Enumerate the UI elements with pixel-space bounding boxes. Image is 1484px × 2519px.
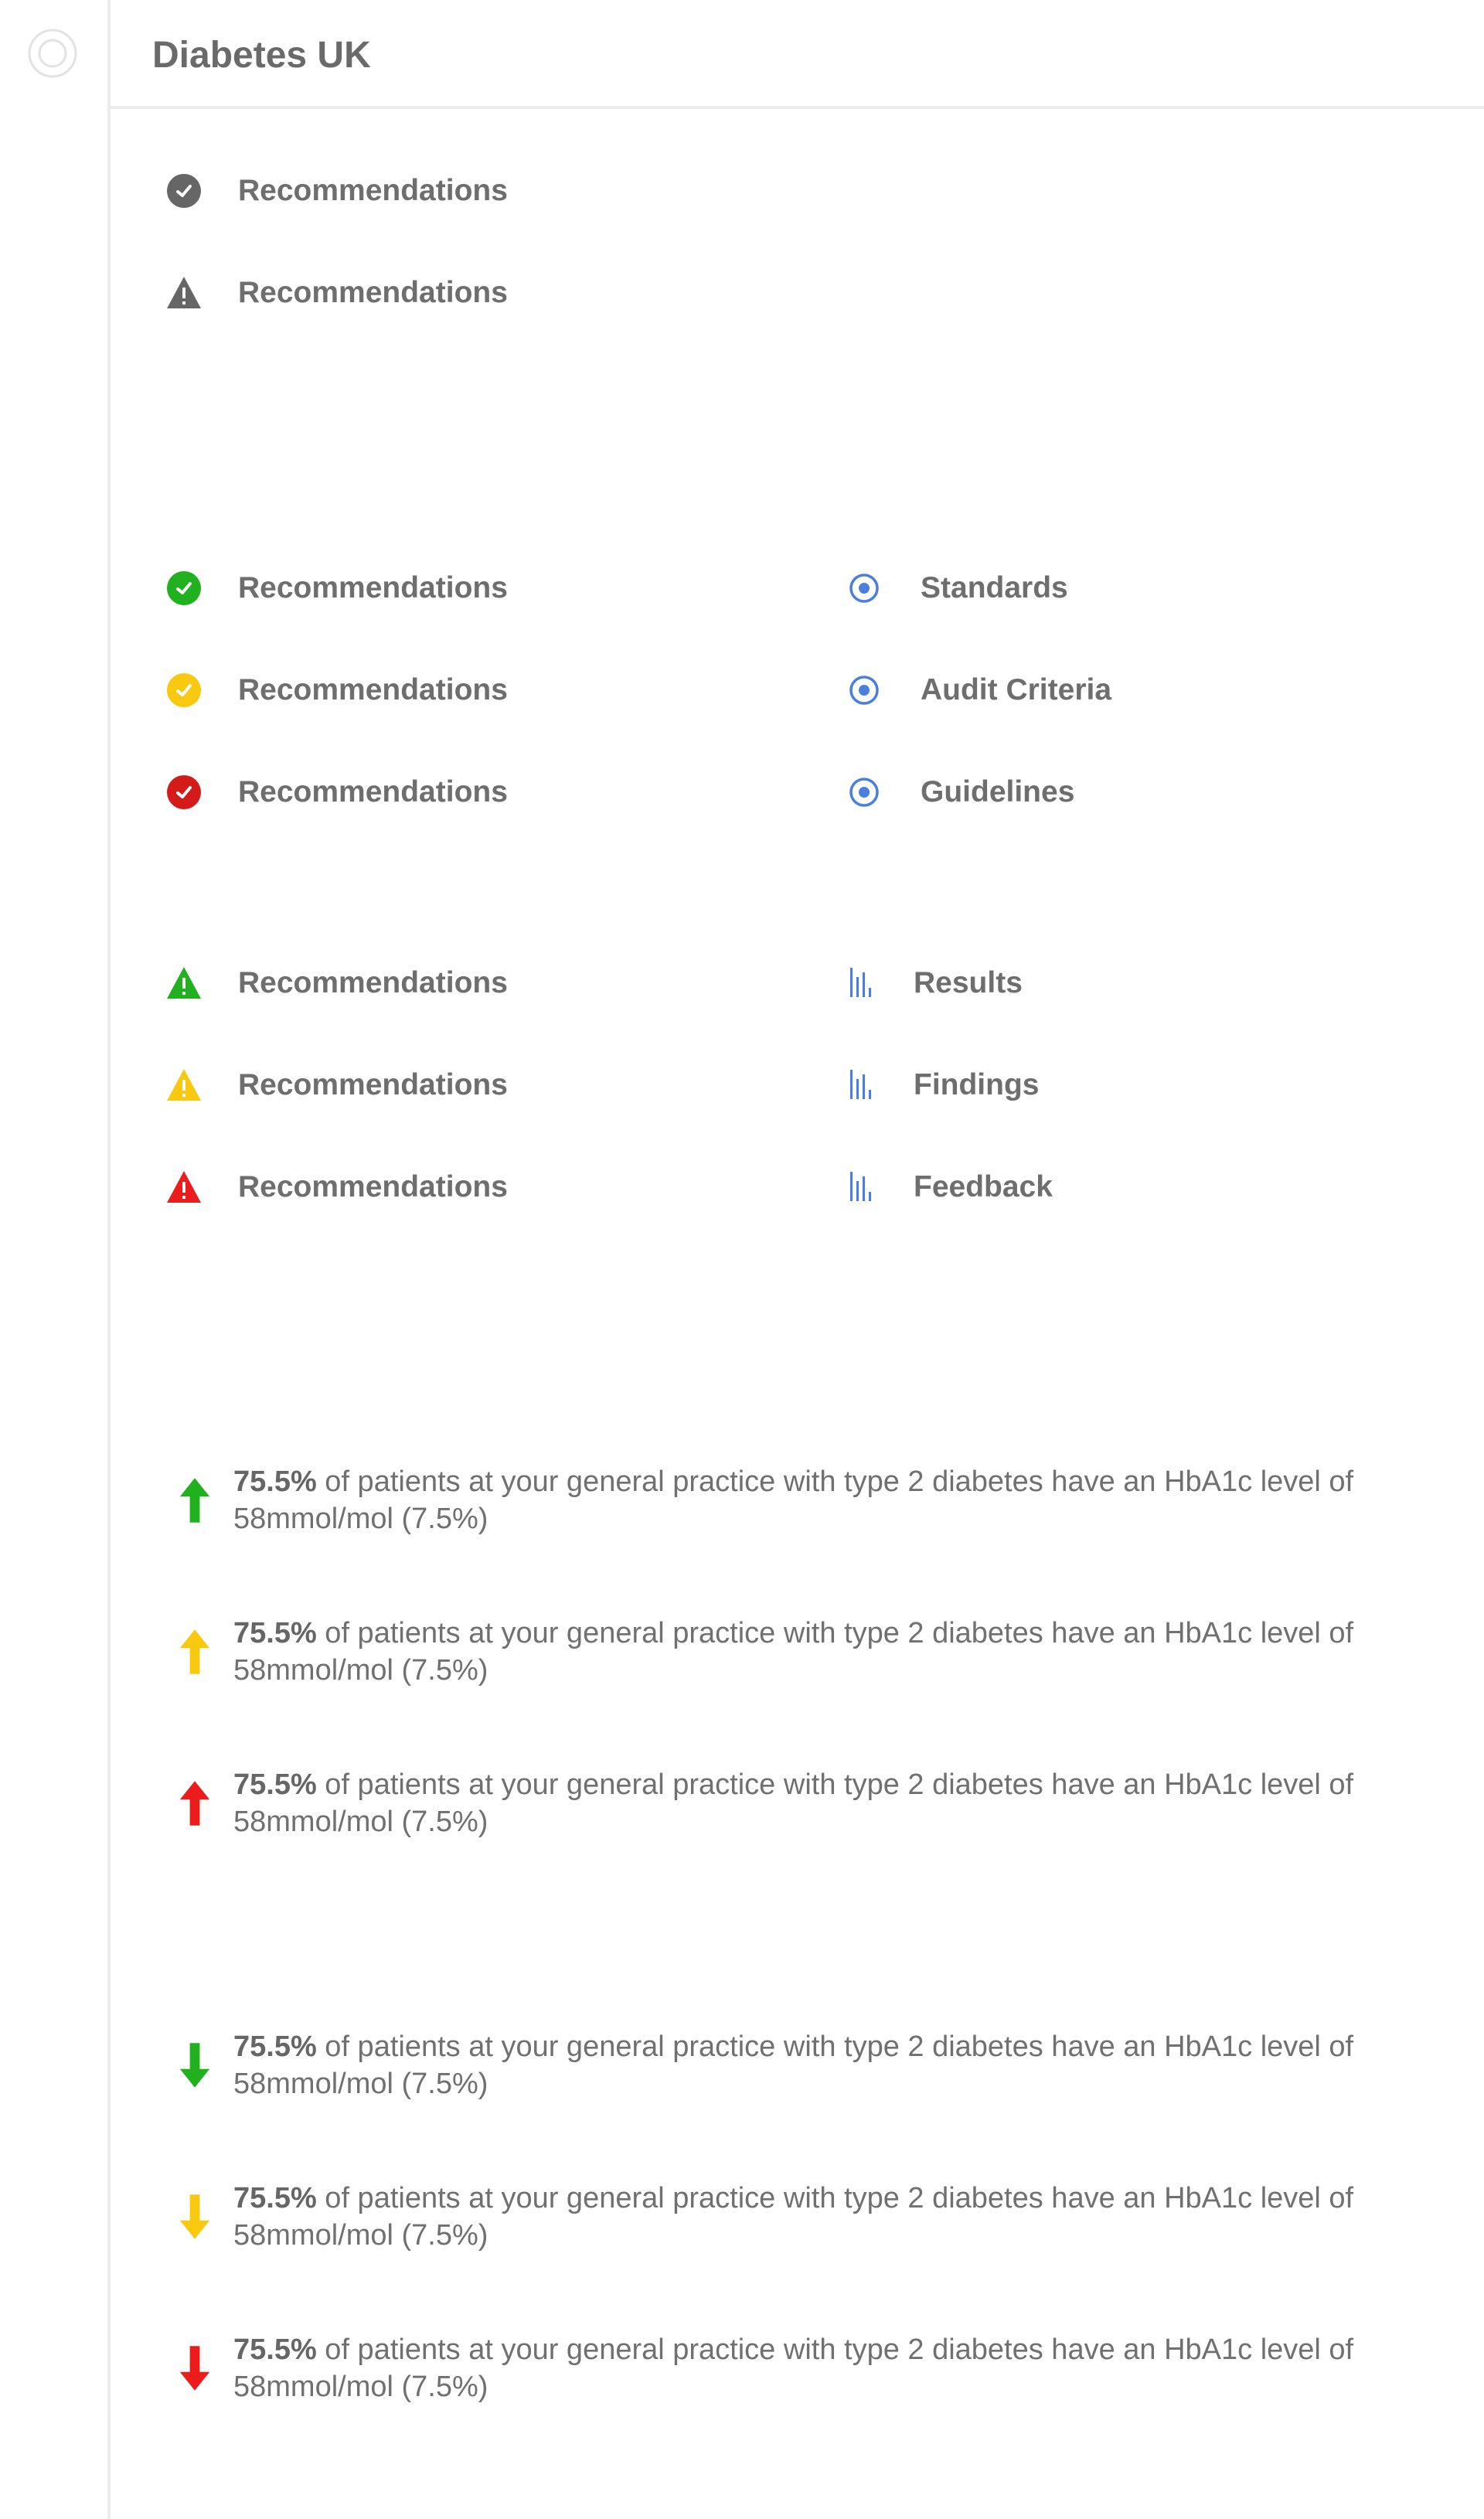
stat-text: 75.5% of patients at your general practi… xyxy=(233,2028,1354,2102)
side-rail xyxy=(0,0,111,2519)
target-icon xyxy=(849,676,879,705)
logo-ring-icon[interactable] xyxy=(28,29,77,78)
stat-value: 75.5% xyxy=(233,2333,317,2366)
rec-yellow-check-row[interactable]: Recommendations xyxy=(165,663,508,717)
check-circle-icon xyxy=(167,571,201,605)
warning-triangle-icon xyxy=(167,1069,201,1101)
stat-description: of patients at your general practice wit… xyxy=(233,1465,1354,1535)
bar-chart-icon xyxy=(850,1172,871,1201)
arrow-up-icon xyxy=(179,1781,210,1826)
arrow-down-icon xyxy=(179,2346,210,2391)
stat-description: of patients at your general practice wit… xyxy=(233,1768,1354,1838)
stat-text: 75.5% of patients at your general practi… xyxy=(233,1463,1354,1537)
stat-value: 75.5% xyxy=(233,1465,317,1498)
stat-text: 75.5% of patients at your general practi… xyxy=(233,1615,1354,1689)
stat-value: 75.5% xyxy=(233,1617,317,1649)
rec-red-warning-row[interactable]: Recommendations xyxy=(165,1160,508,1214)
rec-label: Recommendations xyxy=(238,174,508,207)
report-label: Feedback xyxy=(914,1170,1053,1203)
stat-value: 75.5% xyxy=(233,2031,317,2063)
link-audit-criteria[interactable]: Audit Criteria xyxy=(846,663,1111,717)
warning-triangle-icon xyxy=(167,1171,201,1203)
report-results[interactable]: Results xyxy=(846,956,1023,1010)
report-label: Results xyxy=(914,966,1023,999)
stat-description: of patients at your general practice wit… xyxy=(233,2182,1354,2252)
rec-label: Recommendations xyxy=(238,966,508,999)
rec-green-warning-row[interactable]: Recommendations xyxy=(165,956,508,1010)
stat-description: of patients at your general practice wit… xyxy=(233,2333,1354,2403)
target-icon xyxy=(849,778,879,807)
arrow-up-icon xyxy=(179,1478,210,1523)
check-circle-icon xyxy=(167,673,201,707)
stat-description: of patients at your general practice wit… xyxy=(233,2031,1354,2100)
bar-chart-icon xyxy=(850,1070,871,1099)
check-circle-icon xyxy=(167,775,201,809)
stat-value: 75.5% xyxy=(233,2182,317,2214)
link-guidelines[interactable]: Guidelines xyxy=(846,765,1074,819)
target-icon xyxy=(849,574,879,603)
report-feedback[interactable]: Feedback xyxy=(846,1160,1053,1214)
arrow-down-icon xyxy=(179,2043,210,2088)
stat-text: 75.5% of patients at your general practi… xyxy=(233,2331,1354,2405)
report-label: Findings xyxy=(914,1068,1040,1101)
rec-label: Recommendations xyxy=(238,673,508,706)
rec-label: Recommendations xyxy=(238,571,508,604)
arrow-down-icon xyxy=(179,2194,210,2239)
stat-text: 75.5% of patients at your general practi… xyxy=(233,1766,1354,1840)
stat-description: of patients at your general practice wit… xyxy=(233,1617,1354,1687)
rec-label: Recommendations xyxy=(238,1170,508,1203)
rec-label: Recommendations xyxy=(238,1068,508,1101)
rec-gray-warning-row[interactable]: Recommendations xyxy=(165,266,508,320)
bar-chart-icon xyxy=(850,968,871,997)
page-title: Diabetes UK xyxy=(152,35,371,76)
check-circle-icon xyxy=(167,174,201,208)
stat-value: 75.5% xyxy=(233,1768,317,1801)
link-standards[interactable]: Standards xyxy=(846,561,1068,615)
rec-label: Recommendations xyxy=(238,276,508,309)
report-findings[interactable]: Findings xyxy=(846,1058,1039,1112)
rec-yellow-warning-row[interactable]: Recommendations xyxy=(165,1058,508,1112)
link-label: Audit Criteria xyxy=(921,673,1112,706)
warning-triangle-icon xyxy=(167,967,201,999)
rec-label: Recommendations xyxy=(238,775,508,808)
stat-text: 75.5% of patients at your general practi… xyxy=(233,2180,1354,2254)
link-label: Standards xyxy=(921,571,1068,604)
warning-triangle-icon xyxy=(167,277,201,308)
rec-green-check-row[interactable]: Recommendations xyxy=(165,561,508,615)
link-label: Guidelines xyxy=(921,775,1075,808)
rec-gray-check-row[interactable]: Recommendations xyxy=(165,164,508,218)
page-header: Diabetes UK xyxy=(111,0,1484,109)
rec-red-check-row[interactable]: Recommendations xyxy=(165,765,508,819)
arrow-up-icon xyxy=(179,1629,210,1674)
